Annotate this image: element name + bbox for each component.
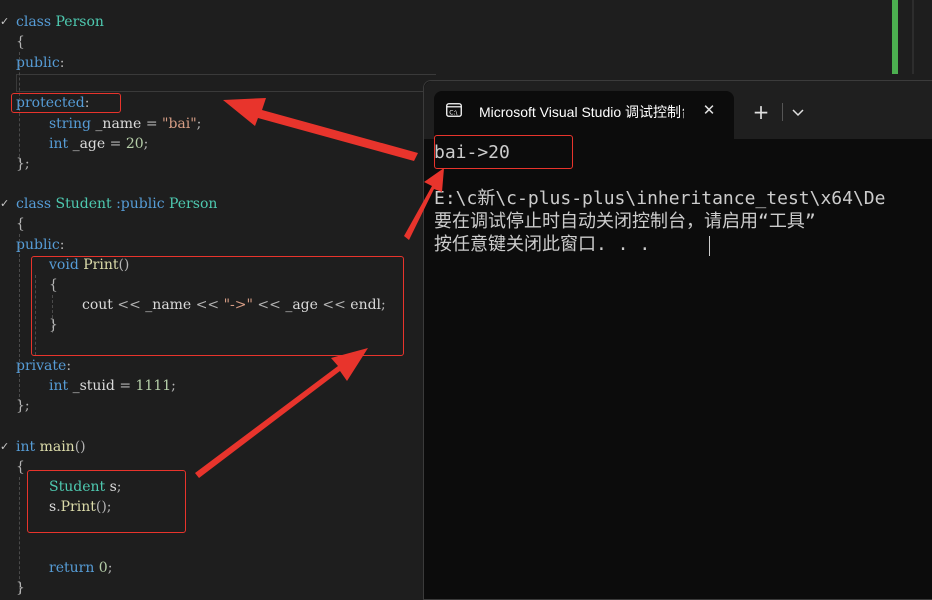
indent-guide <box>19 477 20 594</box>
current-line-highlight <box>16 74 436 92</box>
tab-divider <box>782 103 783 121</box>
console-output-line: 要在调试停止时自动关闭控制台，请启用“工具” <box>434 211 816 232</box>
code-line: }; <box>16 398 30 414</box>
code-line: }; <box>16 156 30 172</box>
indent-guide <box>19 234 20 402</box>
svg-text:C:\: C:\ <box>449 109 458 116</box>
code-line: public: <box>16 55 65 71</box>
change-indicator-bar <box>892 0 898 74</box>
console-tab-title: Microsoft Visual Studio 调试控制台 <box>479 104 684 120</box>
code-line: return 0; <box>49 560 113 576</box>
code-line: } <box>16 580 25 596</box>
new-tab-button[interactable]: + <box>748 101 774 123</box>
code-line: { <box>16 216 25 232</box>
code-line: int main() <box>16 439 86 455</box>
code-line: class Person <box>16 14 104 30</box>
close-icon[interactable]: ✕ <box>698 99 720 121</box>
editor-scrollbar[interactable] <box>912 0 914 74</box>
code-line: string _name = "bai"; <box>49 116 202 132</box>
console-text-cursor <box>709 236 710 256</box>
code-line: { <box>16 459 25 475</box>
fold-toggle-icon[interactable]: ✓ <box>0 194 9 214</box>
console-tab[interactable]: C:\ Microsoft Visual Studio 调试控制台 ✕ <box>434 91 734 139</box>
annotation-box-main <box>27 470 186 533</box>
code-line: int _age = 20; <box>49 136 149 152</box>
fold-toggle-icon[interactable]: ✓ <box>0 12 9 32</box>
code-line: int _stuid = 1111; <box>49 378 176 394</box>
code-line: public: <box>16 237 65 253</box>
annotation-box-output <box>434 135 573 169</box>
annotation-box-print <box>31 256 404 356</box>
code-line: { <box>16 34 25 50</box>
code-line: class Student :public Person <box>16 196 218 212</box>
console-output-line: E:\c新\c-plus-plus\inheritance_test\x64\D… <box>434 188 886 209</box>
terminal-icon: C:\ <box>446 103 462 117</box>
code-line: private: <box>16 358 72 374</box>
chevron-down-icon[interactable] <box>786 101 810 123</box>
annotation-box-protected <box>11 93 121 113</box>
console-output-line: 按任意键关闭此窗口. . . <box>434 234 651 255</box>
fold-toggle-icon[interactable]: ✓ <box>0 437 9 457</box>
console-titlebar[interactable]: C:\ Microsoft Visual Studio 调试控制台 ✕ + <box>424 81 932 139</box>
